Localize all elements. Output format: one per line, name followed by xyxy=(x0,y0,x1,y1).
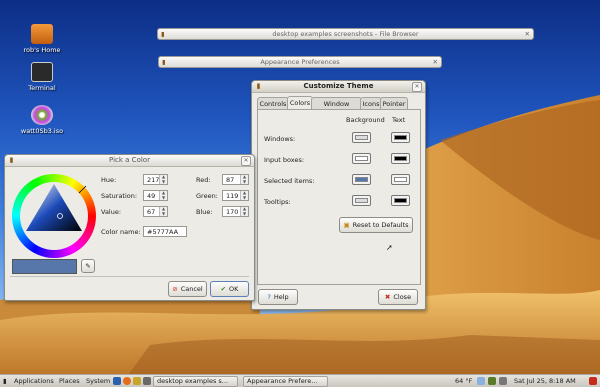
swatch-color xyxy=(355,135,368,140)
current-color-preview xyxy=(12,259,77,274)
color-name-input[interactable]: #5777AA xyxy=(143,226,187,237)
firefox-icon[interactable] xyxy=(123,377,131,385)
tooltips-text-swatch[interactable] xyxy=(391,195,410,206)
ok-button[interactable]: ✔ OK xyxy=(210,281,249,297)
places-menu[interactable]: Places xyxy=(59,375,80,387)
terminal-icon xyxy=(31,62,53,82)
saturation-label: Saturation: xyxy=(101,192,138,200)
swatch-color xyxy=(355,198,368,203)
taskbar-appearance-preferences[interactable]: Appearance Prefere... xyxy=(243,376,328,387)
window-menu-icon[interactable]: ▮ xyxy=(8,156,15,164)
spin-arrows-icon[interactable]: ▲ ▼ xyxy=(240,206,248,216)
system-menu[interactable]: System xyxy=(86,375,110,387)
value-label: Value: xyxy=(101,208,122,216)
cancel-icon: ⊘ xyxy=(172,285,178,293)
close-icon[interactable]: ✕ xyxy=(525,29,530,39)
window-menu-icon[interactable]: ▮ xyxy=(161,29,165,39)
reset-to-defaults-button[interactable]: ▣ Reset to Defaults xyxy=(339,217,413,233)
applications-menu-icon[interactable]: ▮ xyxy=(3,375,7,387)
green-spinbox[interactable]: 119 ▲ ▼ xyxy=(222,190,249,201)
swatch-color xyxy=(394,198,407,203)
file-browser-window-collapsed[interactable]: desktop examples screenshots - File Brow… xyxy=(157,28,534,40)
windows-label: Windows: xyxy=(264,135,296,143)
swatch-color xyxy=(355,177,368,182)
swatch-color xyxy=(394,156,407,161)
spin-arrows-icon[interactable]: ▲ ▼ xyxy=(240,190,248,200)
blue-label: Blue: xyxy=(196,208,213,216)
hsv-color-wheel[interactable] xyxy=(11,173,97,259)
ok-check-icon: ✔ xyxy=(220,285,227,293)
swatch-color xyxy=(355,156,368,161)
close-icon[interactable]: ✕ xyxy=(412,82,422,92)
blue-spinbox[interactable]: 170 ▲ ▼ xyxy=(222,206,249,217)
hue-spinbox[interactable]: 217 ▲ ▼ xyxy=(143,174,168,185)
selected-items-text-swatch[interactable] xyxy=(391,174,410,185)
saturation-spinbox[interactable]: 49 ▲ ▼ xyxy=(143,190,168,201)
close-icon[interactable]: ✕ xyxy=(241,156,251,166)
pick-a-color-dialog: ▮ Pick a Color ✕ Hue: 217 ▲ ▼ Saturation:… xyxy=(4,154,255,301)
mail-icon[interactable] xyxy=(133,377,141,385)
browser-launcher-icon[interactable] xyxy=(113,377,121,385)
dialog-separator xyxy=(10,276,249,277)
tooltips-label: Tooltips: xyxy=(264,198,291,206)
tab-colors[interactable]: Colors xyxy=(287,96,313,110)
appearance-window-collapsed[interactable]: Appearance Preferences ▮ ✕ xyxy=(158,56,442,68)
help-button[interactable]: ? Help xyxy=(258,289,298,305)
hue-label: Hue: xyxy=(101,176,117,184)
green-label: Green: xyxy=(196,192,218,200)
customize-theme-dialog: ▮ Customize Theme ✕ Controls Colors Wind… xyxy=(251,80,426,310)
input-boxes-text-swatch[interactable] xyxy=(391,153,410,164)
input-boxes-label: Input boxes: xyxy=(264,156,305,164)
window-menu-icon[interactable]: ▮ xyxy=(255,82,262,90)
red-label: Red: xyxy=(196,176,211,184)
close-icon: ✖ xyxy=(384,293,391,301)
clock[interactable]: Sat Jul 25, 8:18 AM xyxy=(514,375,576,387)
windows-background-swatch[interactable] xyxy=(352,132,371,143)
close-icon[interactable]: ✕ xyxy=(433,57,438,67)
power-icon[interactable] xyxy=(589,377,597,385)
help-icon[interactable] xyxy=(143,377,151,385)
reset-icon: ▣ xyxy=(343,221,350,229)
colors-tab-panel: Background Text Windows: Input boxes: Se… xyxy=(257,109,421,285)
disc-image-icon xyxy=(31,105,53,125)
input-boxes-background-swatch[interactable] xyxy=(352,153,371,164)
cancel-button[interactable]: ⊘ Cancel xyxy=(168,281,207,297)
mouse-pointer-icon: ➚ xyxy=(386,243,393,252)
selected-items-label: Selected items: xyxy=(264,177,315,185)
windows-text-swatch[interactable] xyxy=(391,132,410,143)
spin-arrows-icon[interactable]: ▲ ▼ xyxy=(159,190,167,200)
value-spinbox[interactable]: 67 ▲ ▼ xyxy=(143,206,168,217)
bottom-panel: ▮ Applications Places System desktop exa… xyxy=(0,374,600,387)
network-icon[interactable] xyxy=(477,377,485,385)
window-menu-icon[interactable]: ▮ xyxy=(162,57,166,67)
tooltips-background-swatch[interactable] xyxy=(352,195,371,206)
applications-menu[interactable]: Applications xyxy=(14,375,54,387)
eyedropper-button[interactable]: ✎ xyxy=(81,259,95,273)
spin-arrows-icon[interactable]: ▲ ▼ xyxy=(159,206,167,216)
battery-icon[interactable] xyxy=(488,377,496,385)
desktop-icon-home[interactable]: rob's Home xyxy=(12,24,72,54)
eyedropper-icon: ✎ xyxy=(85,262,91,270)
swatch-color xyxy=(394,135,407,140)
help-icon: ? xyxy=(267,293,271,301)
text-column-header: Text xyxy=(392,116,406,124)
color-name-label: Color name: xyxy=(101,228,141,236)
background-column-header: Background xyxy=(346,116,385,124)
close-button[interactable]: ✖ Close xyxy=(378,289,418,305)
selected-items-background-swatch[interactable] xyxy=(352,174,371,185)
taskbar-file-browser[interactable]: desktop examples s... xyxy=(153,376,238,387)
home-folder-icon xyxy=(31,24,53,44)
desktop-icon-iso[interactable]: watt0Sb3.iso xyxy=(12,105,72,135)
theme-dialog-titlebar[interactable]: ▮ Customize Theme ✕ xyxy=(252,81,425,93)
spin-arrows-icon[interactable]: ▲ ▼ xyxy=(159,174,167,184)
spin-arrows-icon[interactable]: ▲ ▼ xyxy=(240,174,248,184)
desktop-icon-terminal[interactable]: Terminal xyxy=(12,62,72,92)
red-spinbox[interactable]: 87 ▲ ▼ xyxy=(222,174,249,185)
swatch-color xyxy=(394,177,407,182)
weather-temperature[interactable]: 64 °F xyxy=(455,375,472,387)
volume-icon[interactable] xyxy=(499,377,507,385)
color-dialog-titlebar[interactable]: ▮ Pick a Color ✕ xyxy=(5,155,254,167)
